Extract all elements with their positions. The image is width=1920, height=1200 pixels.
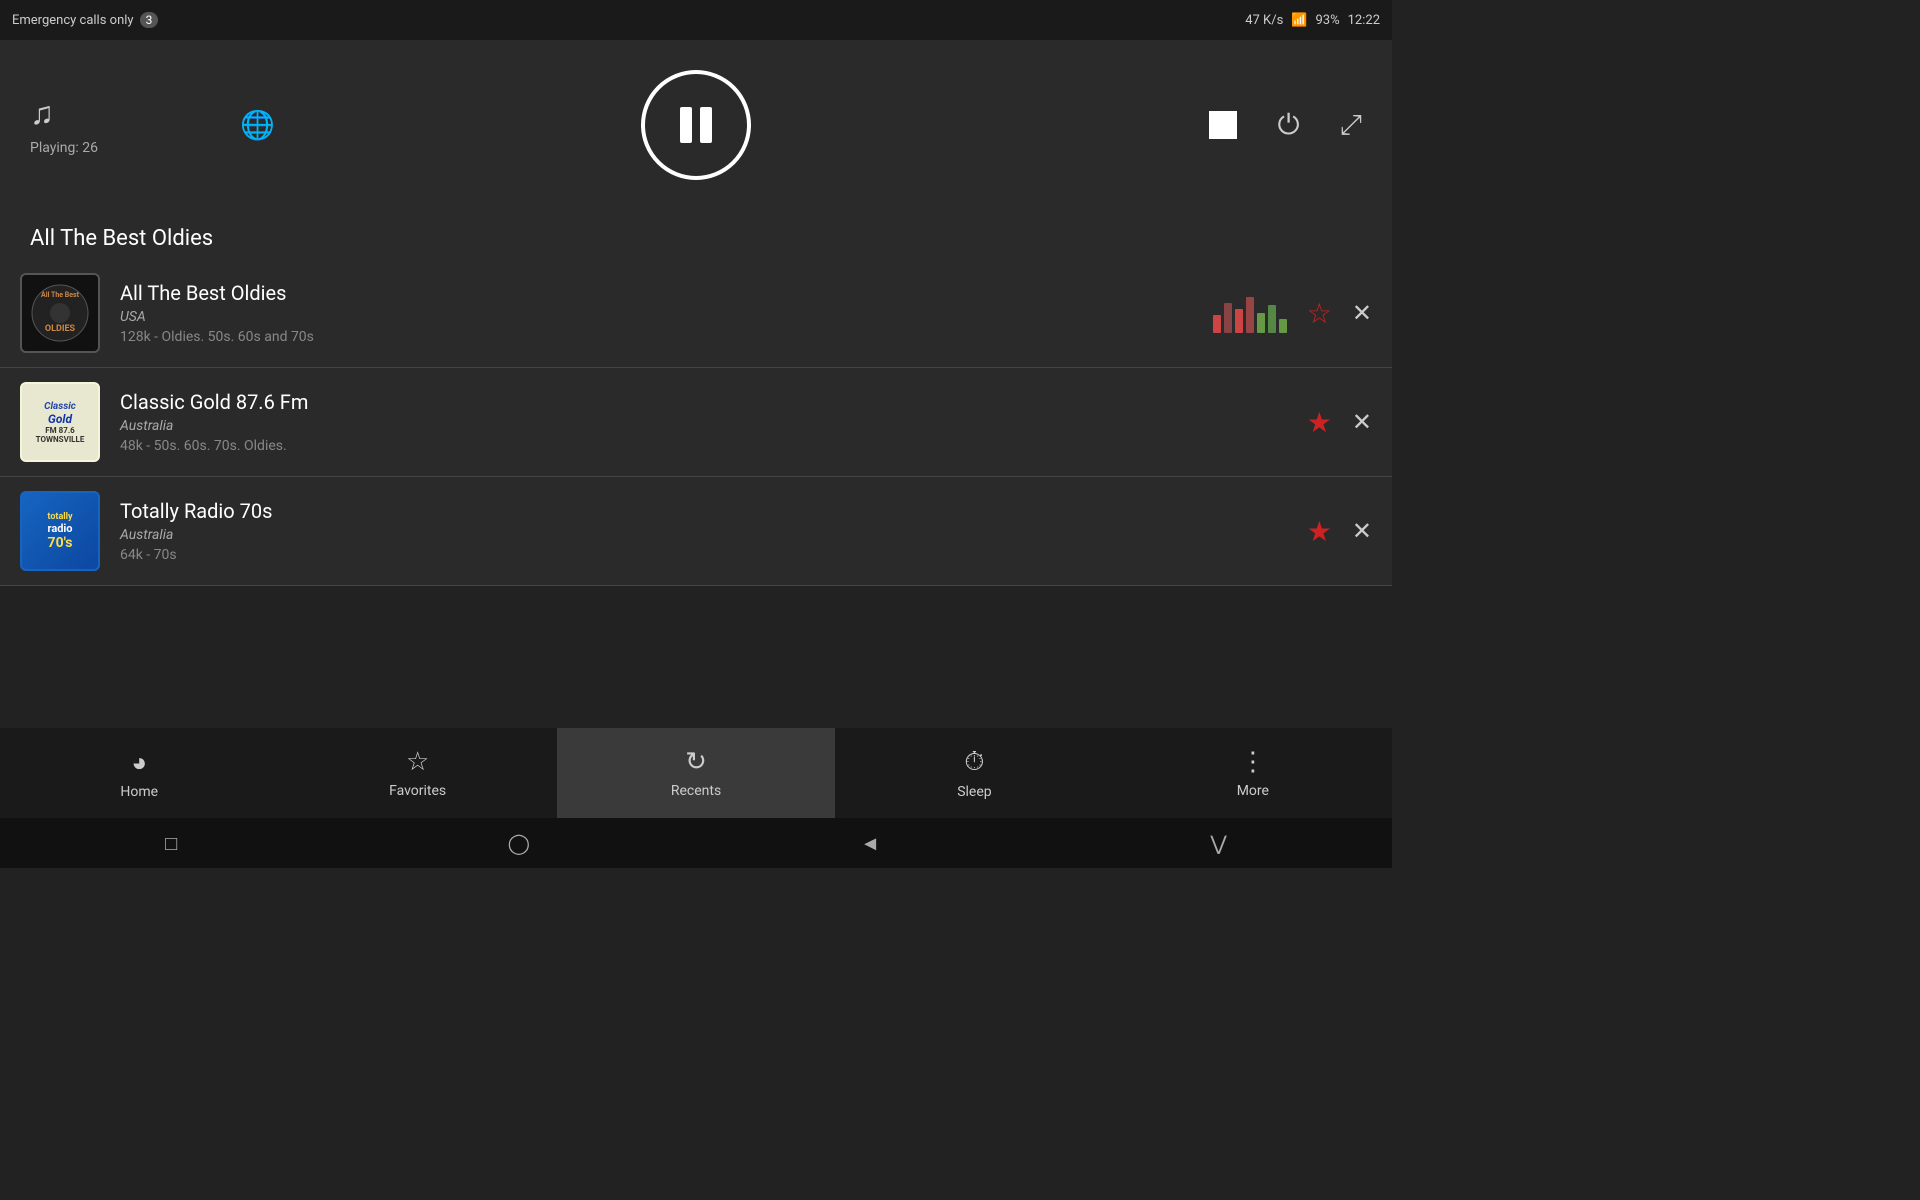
station-item[interactable]: totally radio 70's Totally Radio 70s Aus… xyxy=(0,477,1392,586)
square-button[interactable]: □ xyxy=(165,831,177,856)
eq-bar xyxy=(1257,313,1265,333)
nav-item-home[interactable]: ◕ Home xyxy=(0,728,278,818)
station-country: USA xyxy=(120,309,1213,325)
home-icon: ◕ xyxy=(131,747,147,778)
pause-button[interactable] xyxy=(641,70,751,180)
remove-button[interactable]: ✕ xyxy=(1352,299,1372,327)
sleep-icon: ⏱ xyxy=(964,747,984,778)
favorite-button[interactable]: ★ xyxy=(1307,515,1332,548)
globe-icon[interactable]: 🌐 xyxy=(240,109,275,142)
eq-bar xyxy=(1235,309,1243,333)
station-name: All The Best Oldies xyxy=(120,281,1213,305)
eq-bar xyxy=(1246,297,1254,333)
clock: 12:22 xyxy=(1348,13,1380,28)
nav-label-recents: Recents xyxy=(671,783,721,799)
remove-button[interactable]: ✕ xyxy=(1352,517,1372,545)
station-list: All The Best OLDIES All The Best Oldies … xyxy=(0,259,1392,586)
nav-item-recents[interactable]: ↻ Recents xyxy=(557,728,835,818)
eq-bar xyxy=(1279,319,1287,333)
nav-label-more: More xyxy=(1237,783,1269,799)
station-actions: ☆ ✕ xyxy=(1213,293,1372,333)
station-info: Totally Radio 70s Australia 64k - 70s xyxy=(120,499,1307,563)
bluetooth-icon: 📶 xyxy=(1291,13,1307,28)
playing-label: Playing: 26 xyxy=(30,140,98,156)
nav-item-more[interactable]: ⋮ More xyxy=(1114,728,1392,818)
emergency-text: Emergency calls only xyxy=(12,13,134,28)
station-name: Totally Radio 70s xyxy=(120,499,1307,523)
station-name: Classic Gold 87.6 Fm xyxy=(120,390,1307,414)
share-button[interactable]: ⤢ xyxy=(1340,108,1362,142)
svg-text:OLDIES: OLDIES xyxy=(45,324,76,334)
nav-label-sleep: Sleep xyxy=(957,784,991,800)
more-icon: ⋮ xyxy=(1240,747,1266,777)
recents-icon: ↻ xyxy=(685,747,707,777)
top-controls: ♫ Playing: 26 🌐 ⏻ ⤢ xyxy=(0,40,1392,210)
station-logo-classic: Classic Gold FM 87.6 TOWNSVILLE xyxy=(20,382,100,462)
eq-bar xyxy=(1268,305,1276,333)
station-actions: ★ ✕ xyxy=(1307,515,1372,548)
station-item[interactable]: Classic Gold FM 87.6 TOWNSVILLE Classic … xyxy=(0,368,1392,477)
eq-bar xyxy=(1224,303,1232,333)
stop-button[interactable] xyxy=(1209,111,1237,139)
svg-text:All The Best: All The Best xyxy=(41,291,80,299)
equalizer xyxy=(1213,293,1287,333)
favorite-button[interactable]: ☆ xyxy=(1307,297,1332,330)
status-bar: Emergency calls only 3 47 K/s 📶 93% 12:2… xyxy=(0,0,1392,40)
nav-label-favorites: Favorites xyxy=(389,783,446,799)
network-speed: 47 K/s xyxy=(1245,13,1283,28)
bottom-nav: ◕ Home ☆ Favorites ↻ Recents ⏱ Sleep ⋮ M… xyxy=(0,728,1392,818)
station-logo-oldies: All The Best OLDIES xyxy=(20,273,100,353)
page-title-section: All The Best Oldies xyxy=(0,210,1392,259)
nav-label-home: Home xyxy=(120,784,158,800)
nav-item-favorites[interactable]: ☆ Favorites xyxy=(278,728,556,818)
station-item[interactable]: All The Best OLDIES All The Best Oldies … xyxy=(0,259,1392,368)
station-desc: 64k - 70s xyxy=(120,547,1307,563)
android-nav: □ ◯ ◄ ⋁ xyxy=(0,818,1392,868)
notification-badge: 3 xyxy=(140,12,159,28)
station-country: Australia xyxy=(120,418,1307,434)
favorites-icon: ☆ xyxy=(406,747,429,777)
station-logo-totally: totally radio 70's xyxy=(20,491,100,571)
eq-bar xyxy=(1213,315,1221,333)
pause-bar-left xyxy=(680,107,692,143)
nav-item-sleep[interactable]: ⏱ Sleep xyxy=(835,728,1113,818)
battery-icon: 93% xyxy=(1315,13,1339,28)
page-title: All The Best Oldies xyxy=(30,226,1362,251)
station-country: Australia xyxy=(120,527,1307,543)
remove-button[interactable]: ✕ xyxy=(1352,408,1372,436)
favorite-button[interactable]: ★ xyxy=(1307,406,1332,439)
station-desc: 48k - 50s. 60s. 70s. Oldies. xyxy=(120,438,1307,454)
station-desc: 128k - Oldies. 50s. 60s and 70s xyxy=(120,329,1213,345)
music-icon: ♫ xyxy=(30,94,54,132)
station-actions: ★ ✕ xyxy=(1307,406,1372,439)
back-button[interactable]: ◄ xyxy=(860,831,880,856)
pause-bar-right xyxy=(700,107,712,143)
power-button[interactable]: ⏻ xyxy=(1277,108,1299,142)
home-button[interactable]: ◯ xyxy=(508,831,530,855)
station-info: All The Best Oldies USA 128k - Oldies. 5… xyxy=(120,281,1213,345)
station-info: Classic Gold 87.6 Fm Australia 48k - 50s… xyxy=(120,390,1307,454)
menu-button[interactable]: ⋁ xyxy=(1210,831,1226,855)
